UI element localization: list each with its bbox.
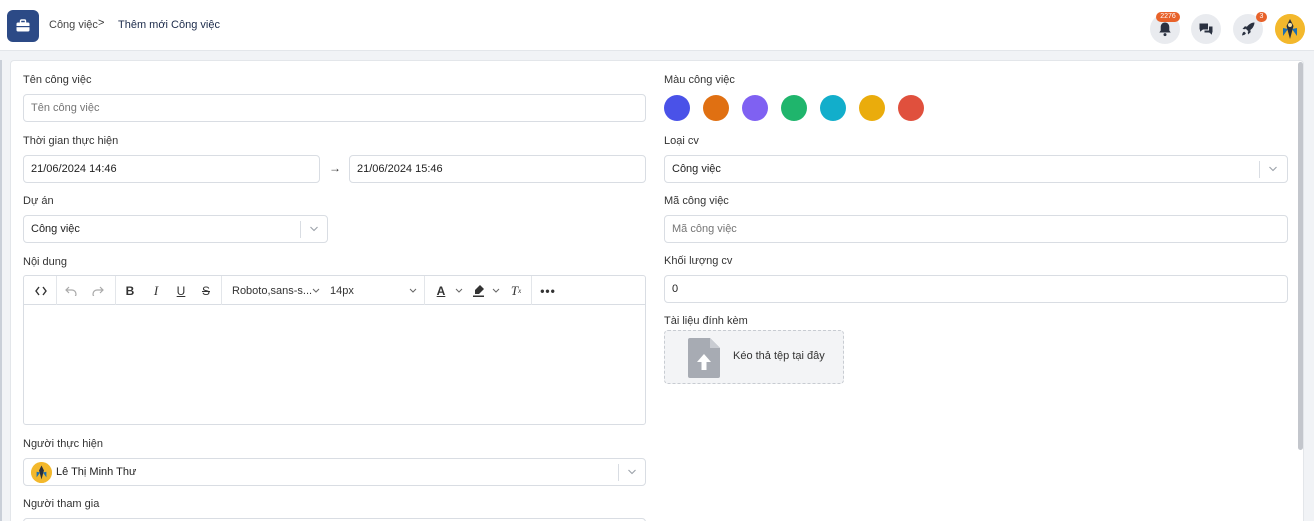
toolbar-separator [56,276,57,305]
project-select[interactable]: Công việc [23,215,328,243]
toolbar-separator [424,276,425,305]
font-family-select[interactable]: Roboto,sans-s... [232,282,322,299]
chevron-down-icon [408,282,418,299]
scrollbar[interactable] [1298,62,1303,450]
color-swatch[interactable] [898,95,924,121]
rocket-icon [1242,22,1255,36]
rocket-badge: 3 [1256,12,1267,22]
task-name-input[interactable] [23,94,646,122]
color-swatch[interactable] [820,95,846,121]
color-swatch[interactable] [664,95,690,121]
breadcrumb-parent[interactable]: Công việc [49,19,98,31]
file-dropzone[interactable]: Kéo thả tệp tại đây [664,330,844,384]
chat-button[interactable] [1191,14,1221,44]
font-size-select[interactable]: 14px [330,282,370,299]
clear-format-icon[interactable]: Tx [508,282,524,299]
project-label: Dự án [23,195,54,207]
content-label: Nội dung [23,256,68,268]
editor-toolbar: B I U S Roboto,sans-s... 14px A Tx ••• [24,276,645,305]
chat-icon [1199,23,1213,35]
color-swatch[interactable] [703,95,729,121]
chevron-down-icon [311,282,321,299]
end-time-input[interactable]: 21/06/2024 15:46 [349,155,646,183]
participants-label: Người tham gia [23,498,100,510]
file-upload-icon [688,338,720,381]
type-select[interactable]: Công việc [664,155,1288,183]
volume-label: Khối lượng cv [664,255,733,267]
dropzone-text: Kéo thả tệp tại đây [733,350,825,362]
color-label: Màu công việc [664,74,735,86]
user-avatar[interactable] [1275,14,1305,44]
code-input[interactable] [664,215,1288,243]
page-title: Thêm mới Công việc [118,19,220,31]
task-name-label: Tên công việc [23,74,92,86]
text-color-icon[interactable]: A [433,282,449,299]
select-divider [300,221,301,238]
underline-icon[interactable]: U [172,282,190,299]
assignee-value: Lê Thị Minh Thư [56,466,137,478]
color-swatch[interactable] [859,95,885,121]
select-divider [1259,161,1260,178]
volume-input[interactable]: 0 [664,275,1288,303]
color-swatch[interactable] [781,95,807,121]
bold-icon[interactable]: B [121,282,139,299]
chevron-down-icon [1268,156,1278,193]
briefcase-icon[interactable] [7,10,39,42]
project-select-value: Công việc [31,223,80,235]
chevron-down-icon [454,282,464,299]
top-bar: Công việc > Thêm mới Công việc 2276 3 [0,0,1314,51]
chevron-right-icon: > [98,17,105,29]
arrow-right-icon: → [329,161,341,175]
start-time-input[interactable]: 21/06/2024 14:46 [23,155,320,183]
type-select-value: Công việc [672,163,721,175]
assignee-select[interactable]: Lê Thị Minh Thư [23,458,646,486]
rich-text-editor[interactable]: B I U S Roboto,sans-s... 14px A Tx ••• [23,275,646,425]
code-label: Mã công việc [664,195,729,207]
undo-icon[interactable] [62,282,80,299]
redo-icon[interactable] [89,282,107,299]
color-swatch[interactable] [742,95,768,121]
strikethrough-icon[interactable]: S [197,282,215,299]
sidebar-edge [0,60,2,521]
type-label: Loại cv [664,135,699,147]
notification-badge: 2276 [1156,12,1180,22]
source-code-icon[interactable] [32,282,50,299]
assignee-label: Người thực hiện [23,438,104,450]
more-icon[interactable]: ••• [538,282,558,299]
chevron-down-icon [491,282,501,299]
bell-icon [1159,22,1171,37]
toolbar-separator [531,276,532,305]
italic-icon[interactable]: I [147,282,165,299]
select-divider [618,464,619,481]
toolbar-separator [221,276,222,305]
chevron-down-icon [309,216,319,253]
toolbar-separator [115,276,116,305]
attachment-label: Tài liệu đính kèm [664,315,748,327]
assignee-avatar [31,462,52,483]
chevron-down-icon [627,459,637,496]
highlight-icon[interactable] [470,282,486,299]
time-label: Thời gian thực hiện [23,135,119,147]
